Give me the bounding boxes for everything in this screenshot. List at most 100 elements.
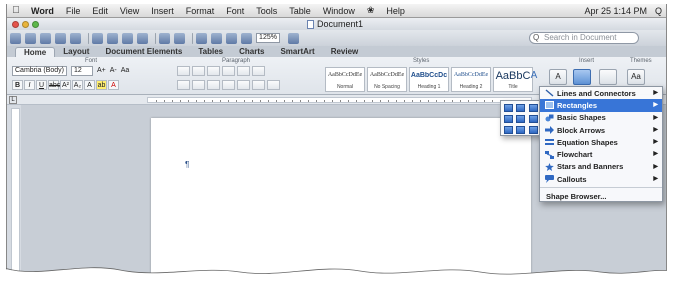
tab-document-elements[interactable]: Document Elements — [97, 47, 190, 57]
round-single-corner-rectangle-icon[interactable] — [528, 115, 538, 123]
show-hide-icon[interactable] — [196, 32, 207, 44]
menu-format[interactable]: Format — [180, 6, 221, 16]
rounded-rectangle-shape-icon[interactable] — [516, 104, 526, 112]
script-icon[interactable]: ❀ — [361, 5, 381, 16]
font-color-button[interactable]: A — [108, 80, 119, 90]
save-icon[interactable] — [55, 32, 66, 44]
apple-icon[interactable]:  — [7, 5, 25, 16]
menu-item-flowchart[interactable]: Flowchart ▶ — [540, 148, 662, 160]
text-box-icon[interactable]: A — [549, 69, 567, 85]
increase-indent-icon[interactable] — [237, 66, 250, 76]
text-styles-icon[interactable]: A — [525, 69, 543, 85]
close-button[interactable] — [12, 20, 19, 28]
themes-icon[interactable]: Aa — [627, 69, 645, 85]
bold-button[interactable]: B — [12, 80, 23, 90]
sidebar-icon[interactable] — [211, 32, 222, 44]
decrease-indent-icon[interactable] — [222, 66, 235, 76]
menu-insert[interactable]: Insert — [145, 6, 180, 16]
format-painter-icon[interactable] — [137, 32, 148, 44]
snip-same-side-rectangle-icon[interactable] — [504, 115, 513, 123]
snip-diagonal-rectangle-icon[interactable] — [516, 115, 526, 123]
tab-layout[interactable]: Layout — [55, 47, 97, 57]
style-no-spacing[interactable]: AaBbCcDdEe No Spacing — [367, 67, 407, 92]
toolbox-icon[interactable] — [226, 32, 237, 44]
shapes-icon[interactable] — [573, 69, 591, 85]
zoom-button[interactable] — [32, 20, 39, 28]
strikethrough-button[interactable]: abc — [48, 80, 60, 90]
style-heading-2[interactable]: AaBbCcDdEe Heading 2 — [451, 67, 491, 92]
snip-single-corner-rectangle-icon[interactable] — [528, 104, 538, 112]
search-input[interactable]: Search in Document — [529, 32, 639, 44]
highlight-button[interactable]: ab — [96, 80, 107, 90]
tab-tables[interactable]: Tables — [190, 47, 231, 57]
justify-icon[interactable] — [222, 80, 235, 90]
clock[interactable]: Apr 25 1:14 PM — [584, 6, 647, 16]
text-effects-button[interactable]: A — [84, 80, 95, 90]
shrink-font-button[interactable]: A- — [110, 66, 117, 76]
menu-help[interactable]: Help — [380, 6, 411, 16]
paste-icon[interactable] — [122, 32, 133, 44]
document-page[interactable]: ¶ — [151, 118, 531, 274]
font-size-select[interactable]: 12 — [71, 66, 93, 76]
align-left-icon[interactable] — [177, 80, 190, 90]
paragraph-style-icon[interactable] — [252, 66, 265, 76]
borders-icon[interactable] — [267, 80, 280, 90]
subscript-button[interactable]: A₂ — [72, 80, 83, 90]
menu-view[interactable]: View — [114, 6, 145, 16]
open-icon[interactable] — [40, 32, 51, 44]
align-right-icon[interactable] — [207, 80, 220, 90]
menu-item-rectangles[interactable]: Rectangles ▶ — [540, 99, 662, 112]
underline-button[interactable]: U — [36, 80, 47, 90]
rectangle-shape-icon[interactable] — [504, 104, 513, 112]
menu-edit[interactable]: Edit — [86, 6, 114, 16]
menu-table[interactable]: Table — [283, 6, 317, 16]
style-heading-1[interactable]: AaBbCcDc Heading 1 — [409, 67, 449, 92]
align-center-icon[interactable] — [192, 80, 205, 90]
copy-icon[interactable] — [107, 32, 118, 44]
change-case-button[interactable]: Aa — [121, 66, 130, 76]
bullets-icon[interactable] — [177, 66, 190, 76]
menu-window[interactable]: Window — [317, 6, 361, 16]
shading-icon[interactable] — [252, 80, 265, 90]
snip-and-round-rectangle-icon[interactable] — [528, 126, 538, 134]
menu-item-shape-browser[interactable]: Shape Browser... — [540, 190, 662, 202]
menu-tools[interactable]: Tools — [250, 6, 283, 16]
menu-font[interactable]: Font — [220, 6, 250, 16]
spotlight-icon[interactable]: Q — [655, 6, 662, 16]
menu-app-word[interactable]: Word — [25, 6, 60, 16]
ruler-track[interactable] — [147, 97, 532, 103]
round-diagonal-rectangle-icon[interactable] — [516, 126, 526, 134]
menu-item-lines-and-connectors[interactable]: Lines and Connectors ▶ — [540, 87, 662, 99]
print-icon[interactable] — [70, 32, 81, 44]
numbering-icon[interactable] — [192, 66, 205, 76]
menu-item-basic-shapes[interactable]: Basic Shapes ▶ — [540, 112, 662, 124]
redo-icon[interactable] — [174, 32, 185, 44]
minimize-button[interactable] — [22, 20, 29, 28]
italic-button[interactable]: I — [24, 80, 35, 90]
menu-file[interactable]: File — [60, 6, 87, 16]
tab-home[interactable]: Home — [15, 47, 56, 57]
menu-item-equation-shapes[interactable]: Equation Shapes ▶ — [540, 136, 662, 148]
tab-selector-icon[interactable]: L — [9, 96, 17, 104]
multilevel-list-icon[interactable] — [207, 66, 220, 76]
tab-charts[interactable]: Charts — [231, 47, 272, 57]
line-spacing-icon[interactable] — [237, 80, 250, 90]
menu-item-block-arrows[interactable]: Block Arrows ▶ — [540, 124, 662, 136]
help-icon[interactable] — [288, 32, 299, 44]
superscript-button[interactable]: A² — [60, 80, 71, 90]
zoom-select[interactable]: 125% — [256, 33, 280, 43]
menu-item-stars-and-banners[interactable]: Stars and Banners ▶ — [540, 161, 662, 173]
round-same-side-rectangle-icon[interactable] — [504, 126, 513, 134]
cut-icon[interactable] — [92, 32, 103, 44]
menu-item-callouts[interactable]: Callouts ▶ — [540, 173, 662, 185]
tab-smartart[interactable]: SmartArt — [272, 47, 322, 57]
new-document-icon[interactable] — [10, 32, 21, 44]
style-normal[interactable]: AaBbCcDdEe Normal — [325, 67, 365, 92]
media-browser-icon[interactable] — [241, 32, 252, 44]
templates-icon[interactable] — [25, 32, 36, 44]
font-name-select[interactable]: Cambria (Body) — [12, 66, 67, 76]
tab-review[interactable]: Review — [323, 47, 367, 57]
undo-icon[interactable] — [159, 32, 170, 44]
grow-font-button[interactable]: A+ — [97, 66, 106, 76]
picture-icon[interactable] — [599, 69, 617, 85]
